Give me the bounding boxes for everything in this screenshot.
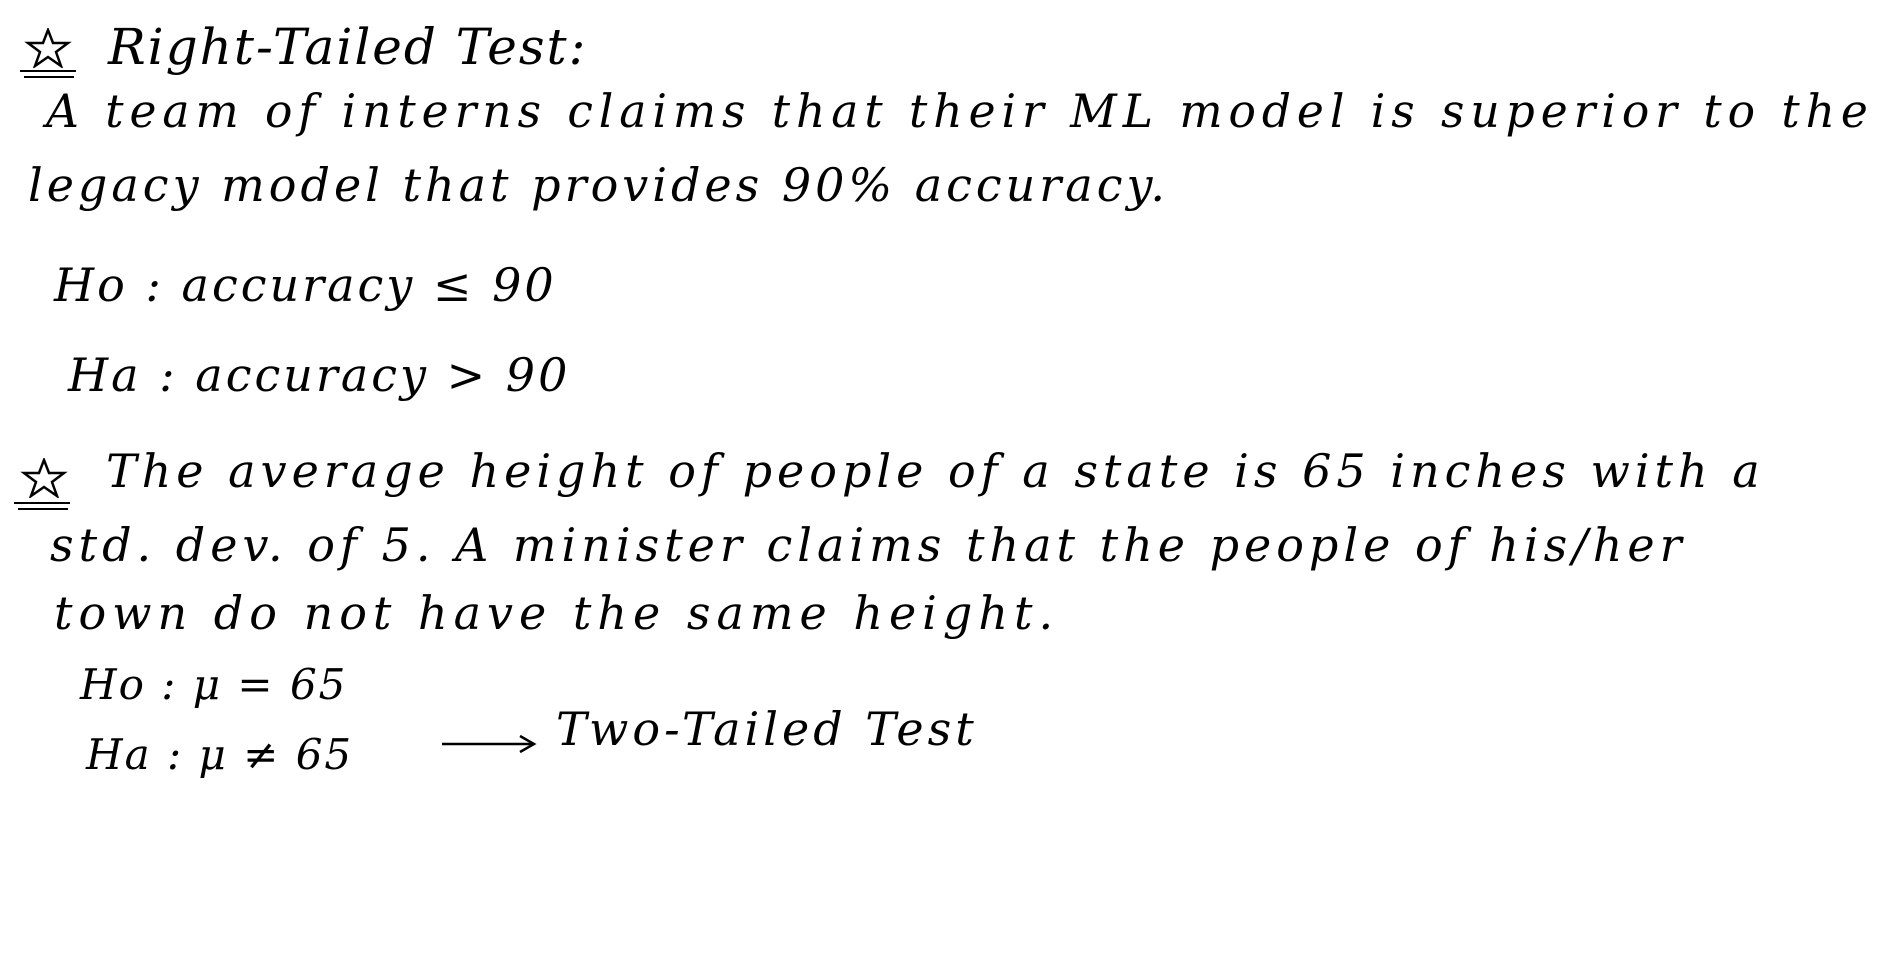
star-bullet-icon [22, 28, 74, 68]
section-heading: Right-Tailed Test: [108, 18, 588, 76]
star-underline [24, 76, 74, 78]
alternative-hypothesis: Ha : μ ≠ 65 [86, 730, 354, 779]
body-text-line: std. dev. of 5. A minister claims that t… [50, 518, 1687, 572]
null-hypothesis: Ho : accuracy ≤ 90 [54, 258, 557, 312]
star-underline [20, 70, 76, 72]
body-text-line: town do not have the same height. [54, 586, 1060, 640]
body-text-line: The average height of people of a state … [106, 444, 1765, 498]
test-type-label: Two-Tailed Test [556, 702, 978, 756]
star-underline [18, 508, 68, 510]
arrow-right-icon [440, 728, 540, 762]
body-text-line: A team of interns claims that their ML m… [46, 84, 1874, 138]
star-bullet-icon [18, 458, 70, 498]
star-underline [14, 502, 70, 504]
null-hypothesis: Ho : μ = 65 [80, 660, 348, 709]
body-text-line: legacy model that provides 90% accuracy. [28, 158, 1169, 212]
alternative-hypothesis: Ha : accuracy > 90 [68, 348, 571, 402]
